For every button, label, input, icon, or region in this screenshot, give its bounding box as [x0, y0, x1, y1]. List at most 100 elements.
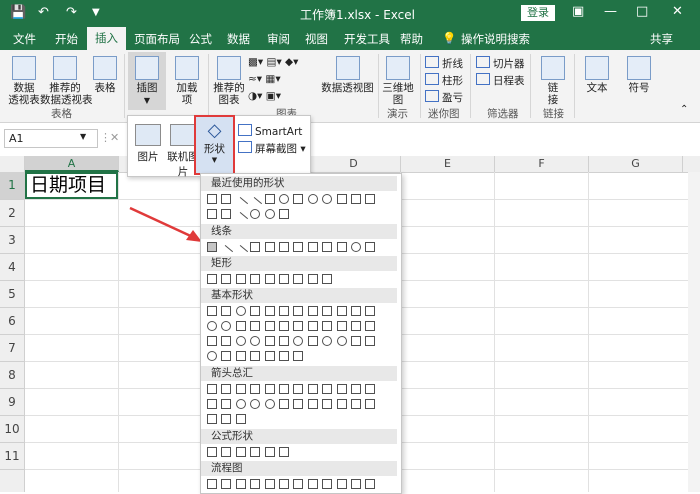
row-header[interactable]: 11: [0, 443, 24, 470]
recommended-charts-icon: [217, 56, 241, 80]
save-icon[interactable]: 💾: [10, 5, 26, 20]
pivot-table-button[interactable]: 数据 透视表: [4, 56, 44, 106]
addins-button[interactable]: 加载 项: [170, 56, 204, 106]
column-header[interactable]: E: [401, 156, 495, 172]
timeline-button[interactable]: 日程表: [476, 73, 525, 88]
row-header[interactable]: 6: [0, 308, 24, 335]
column-header[interactable]: F: [495, 156, 589, 172]
illustrations-button[interactable]: 插图 ▼: [128, 52, 166, 110]
tab-review[interactable]: 审阅: [267, 31, 290, 47]
shape-row-lines[interactable]: [207, 242, 393, 260]
slicer-button[interactable]: 切片器: [476, 56, 525, 71]
recommended-pivot-button[interactable]: 推荐的 数据透视表: [40, 56, 93, 106]
pie-chart-icon[interactable]: ◑▾ ▣▾: [248, 90, 281, 102]
undo-icon[interactable]: ↶: [38, 5, 49, 20]
vertical-scrollbar[interactable]: [688, 172, 700, 492]
illustrations-icon: [135, 56, 159, 80]
symbol-button[interactable]: 符号: [622, 56, 656, 94]
link-button[interactable]: 链 接: [536, 56, 570, 106]
shape-row[interactable]: [207, 274, 393, 287]
lightbulb-icon: 💡: [442, 31, 457, 45]
tab-view[interactable]: 视图: [305, 31, 328, 47]
pivot-table-icon: [12, 56, 36, 80]
picture-button[interactable]: 图片: [133, 124, 163, 164]
chevron-down-icon: ▼: [143, 96, 151, 105]
shape-row[interactable]: [207, 399, 393, 412]
divider: [420, 54, 421, 118]
redo-icon[interactable]: ↷: [66, 5, 77, 20]
pivot-chart-button[interactable]: 数据透视图: [320, 56, 375, 94]
shapes-gallery: 最近使用的形状 线条 矩形 基本形状 箭头总汇 公式形状 流程图: [200, 173, 402, 494]
shape-row[interactable]: [207, 479, 393, 492]
shape-row[interactable]: [207, 306, 393, 319]
recommended-charts-button[interactable]: 推荐的 图表: [210, 56, 248, 106]
row-header[interactable]: 2: [0, 200, 24, 227]
shape-row[interactable]: [207, 321, 393, 334]
tab-insert[interactable]: 插入: [87, 27, 126, 50]
ribbon-display-icon[interactable]: ▣: [572, 4, 584, 19]
column-header[interactable]: G: [589, 156, 683, 172]
chevron-down-icon[interactable]: ▼: [80, 132, 86, 141]
screenshot-icon: [238, 141, 252, 153]
shape-row[interactable]: [207, 414, 393, 427]
line-shape-selected[interactable]: [207, 242, 217, 252]
section-recent-shapes: 最近使用的形状: [201, 176, 397, 191]
shape-row[interactable]: [207, 384, 393, 397]
table-button[interactable]: 表格: [90, 56, 120, 94]
screenshot-button[interactable]: 屏幕截图 ▾: [238, 141, 306, 156]
select-all-corner[interactable]: [0, 156, 25, 172]
tab-data[interactable]: 数据: [227, 31, 250, 47]
smartart-button[interactable]: SmartArt: [238, 124, 302, 138]
sparkline-winloss-button[interactable]: 盈亏: [425, 90, 463, 105]
tab-help[interactable]: 帮助: [400, 31, 423, 47]
collapse-ribbon-icon[interactable]: ⌃: [680, 104, 688, 115]
shape-row[interactable]: [207, 351, 393, 364]
column-header[interactable]: A: [25, 156, 119, 172]
shape-row[interactable]: [207, 336, 393, 349]
row-header[interactable]: 8: [0, 362, 24, 389]
ribbon-tabs: 文件 开始 插入 页面布局 公式 数据 审阅 视图 开发工具 帮助 💡 操作说明…: [0, 27, 700, 50]
omega-icon: [627, 56, 651, 80]
text-button[interactable]: 文本: [580, 56, 614, 94]
tab-page-layout[interactable]: 页面布局: [134, 31, 180, 47]
shape-row[interactable]: [207, 194, 393, 219]
sparkline-line-button[interactable]: 折线: [425, 56, 463, 71]
row-header[interactable]: 5: [0, 281, 24, 308]
tell-me-search[interactable]: 操作说明搜索: [461, 31, 530, 47]
login-button[interactable]: 登录: [521, 5, 555, 21]
line-chart-icon[interactable]: ≈▾ ▦▾: [248, 73, 281, 85]
group-filters-label: 筛选器: [487, 108, 519, 120]
customize-qat-icon[interactable]: ▼: [92, 7, 100, 18]
share-button[interactable]: 共享: [650, 31, 673, 47]
row-header[interactable]: 3: [0, 227, 24, 254]
row-header[interactable]: 4: [0, 254, 24, 281]
divider: [530, 54, 531, 118]
chevron-down-icon: ▼: [211, 156, 218, 164]
cancel-icon[interactable]: ✕: [110, 131, 119, 144]
tab-developer[interactable]: 开发工具: [344, 31, 390, 47]
shape-row[interactable]: [207, 447, 393, 460]
minimize-icon[interactable]: —: [604, 4, 617, 19]
row-header[interactable]: 1: [0, 172, 24, 200]
shape-row[interactable]: [207, 209, 393, 227]
row-header[interactable]: 10: [0, 416, 24, 443]
row-headers: 1 2 3 4 5 6 7 8 9 10 11: [0, 172, 25, 492]
3d-map-button[interactable]: 三维地 图: [380, 56, 416, 106]
sparkline-column-button[interactable]: 柱形: [425, 73, 463, 88]
slicer-icon: [476, 56, 490, 68]
shapes-button[interactable]: ◇ 形状 ▼: [194, 115, 235, 175]
column-header[interactable]: D: [307, 156, 401, 172]
column-chart-icon[interactable]: ▩▾ ▤▾ ◆▾: [248, 56, 298, 68]
row-header[interactable]: 7: [0, 335, 24, 362]
section-equation-shapes: 公式形状: [201, 429, 397, 444]
maximize-icon[interactable]: □: [636, 4, 648, 19]
group-links-label: 链接: [543, 108, 564, 120]
tab-home[interactable]: 开始: [55, 31, 78, 47]
close-icon[interactable]: ✕: [672, 4, 683, 19]
tab-file[interactable]: 文件: [13, 31, 36, 47]
section-rectangles: 矩形: [201, 256, 397, 271]
row-header[interactable]: 9: [0, 389, 24, 416]
tab-formulas[interactable]: 公式: [189, 31, 212, 47]
recommended-pivot-icon: [53, 56, 77, 80]
section-lines: 线条: [201, 224, 397, 239]
